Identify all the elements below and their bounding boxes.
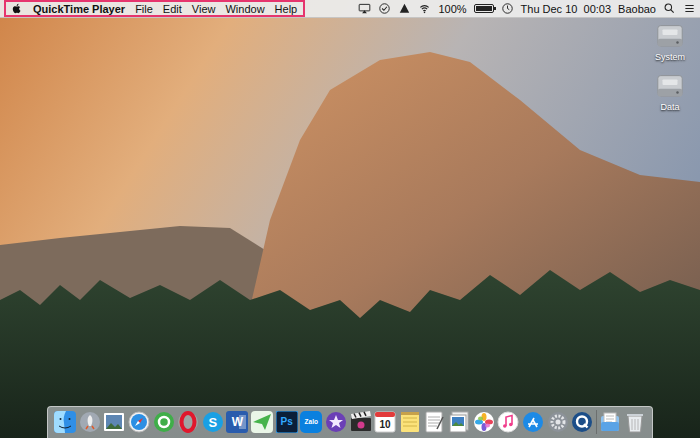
airplay-icon[interactable]: [358, 2, 371, 15]
launchpad-icon[interactable]: [79, 411, 101, 433]
photoshop-icon[interactable]: Ps: [276, 411, 298, 433]
imovie-shape: [325, 411, 347, 433]
icon-text: W: [226, 416, 248, 428]
menu-item[interactable]: Window: [225, 3, 264, 15]
finalcut-icon[interactable]: [350, 411, 372, 433]
textedit-icon[interactable]: [423, 411, 445, 433]
notes-icon[interactable]: [399, 411, 421, 433]
hard-drive-icon: [655, 70, 685, 100]
icon-text: 10: [374, 420, 396, 430]
finder-shape: [54, 411, 76, 433]
launchpad-shape: [79, 411, 101, 433]
menu-item[interactable]: File: [135, 3, 153, 15]
hard-drive-icon: [655, 20, 685, 50]
itunes-shape: [497, 411, 519, 433]
imovie-icon[interactable]: [325, 411, 347, 433]
photo-icon[interactable]: [103, 411, 125, 433]
appstore-shape: [522, 411, 544, 433]
apple-icon[interactable]: [10, 2, 23, 15]
opera-icon[interactable]: [177, 411, 199, 433]
wallpaper: [0, 0, 700, 438]
textedit-shape: [423, 411, 445, 433]
icon-text: Zalo: [300, 419, 322, 426]
wifi-icon[interactable]: [418, 2, 431, 15]
menu-item[interactable]: Help: [275, 3, 298, 15]
photos-icon[interactable]: [473, 411, 495, 433]
itunes-icon[interactable]: [497, 411, 519, 433]
coccoc-shape: [153, 411, 175, 433]
sysprefs-shape: [547, 411, 569, 433]
safari-shape: [128, 411, 150, 433]
calendar-icon[interactable]: 10: [374, 411, 396, 433]
notes-shape: [399, 411, 421, 433]
desktop-icon-label: Data: [660, 102, 679, 112]
battery-reading: 100%: [438, 3, 466, 15]
documents-shape: [599, 411, 621, 433]
photo-shape: [103, 411, 125, 433]
desktop-icon[interactable]: Data: [648, 70, 692, 112]
battery-fill: [476, 6, 492, 11]
desktop-icon-label: System: [655, 52, 685, 62]
appstore-icon[interactable]: [522, 411, 544, 433]
safari-icon[interactable]: [128, 411, 150, 433]
opera-shape: [177, 411, 199, 433]
desktop-icon[interactable]: System: [648, 20, 692, 62]
finder-icon[interactable]: [54, 411, 76, 433]
notification-list-icon[interactable]: [683, 2, 696, 15]
drive-icon[interactable]: [398, 2, 411, 15]
skype-icon[interactable]: S: [202, 411, 224, 433]
quicktime-icon[interactable]: [571, 411, 593, 433]
sysprefs-icon[interactable]: [547, 411, 569, 433]
icon-text: Ps: [276, 417, 298, 427]
documents-icon[interactable]: [599, 411, 621, 433]
clock[interactable]: Thu Dec 10 00:03: [521, 3, 612, 15]
word-icon[interactable]: W: [226, 411, 248, 433]
battery-icon[interactable]: [474, 4, 494, 13]
trash-shape: [624, 411, 646, 433]
desktop-icons: System Data: [648, 20, 692, 112]
menu-item[interactable]: Edit: [163, 3, 182, 15]
app-menu[interactable]: QuickTime Player: [33, 3, 125, 15]
menu-highlight: QuickTime Player File Edit View Window Help: [4, 0, 305, 17]
desktop: System Data SW PsZalo 10: [0, 18, 700, 438]
check-icon[interactable]: [378, 2, 391, 15]
sender-shape: [251, 411, 273, 433]
search-icon[interactable]: [663, 2, 676, 15]
coccoc-icon[interactable]: [153, 411, 175, 433]
icon-text: S: [202, 416, 224, 429]
menu-bar: QuickTime Player File Edit View Window Help 10…: [0, 0, 700, 18]
preview-icon[interactable]: [448, 411, 470, 433]
sender-icon[interactable]: [251, 411, 273, 433]
dock-separator: [596, 410, 597, 434]
dock: SW PsZalo 10: [47, 406, 653, 438]
status-area: 100% Thu Dec 10 00:03 Baobao: [358, 2, 696, 15]
menu-item[interactable]: View: [192, 3, 216, 15]
photos-shape: [473, 411, 495, 433]
zalo-icon[interactable]: Zalo: [300, 411, 322, 433]
user-menu[interactable]: Baobao: [618, 3, 656, 15]
quicktime-shape: [571, 411, 593, 433]
clock-icon[interactable]: [501, 2, 514, 15]
preview-shape: [448, 411, 470, 433]
trash-icon[interactable]: [624, 411, 646, 433]
finalcut-shape: [350, 411, 372, 433]
